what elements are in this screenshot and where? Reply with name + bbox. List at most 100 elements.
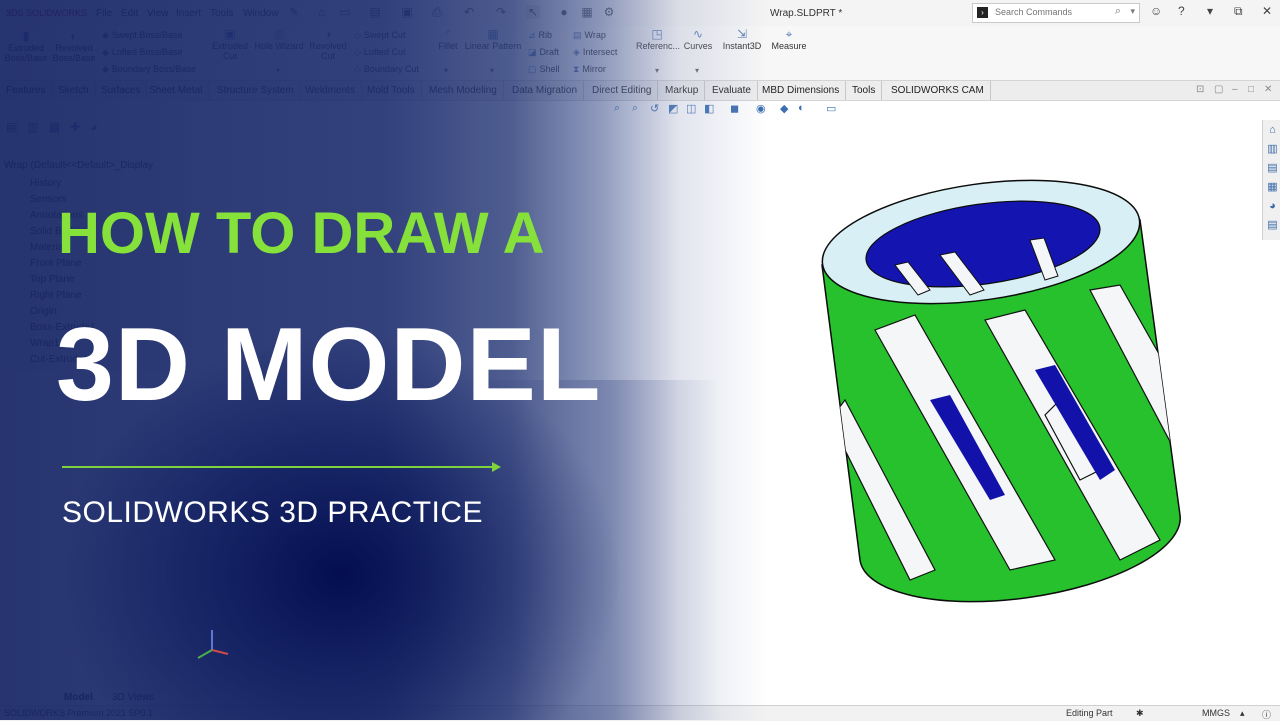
hole-wizard-dropdown-icon[interactable]: ▾ [276, 66, 280, 75]
restore-window-icon[interactable]: ⧉ [1234, 4, 1243, 19]
configuration-tab-icon[interactable]: ▦ [49, 120, 60, 134]
wrap-button[interactable]: ▤ Wrap [573, 30, 606, 41]
linear-pattern-button[interactable]: ▦ Linear Pattern [463, 28, 523, 52]
user-icon[interactable]: ☺ [1150, 4, 1162, 18]
curves-button[interactable]: ∿ Curves [682, 28, 714, 52]
file-properties-icon[interactable]: ▦ [580, 5, 594, 19]
status-units[interactable]: MMGS [1202, 708, 1230, 718]
tab-sketch[interactable]: Sketch [52, 81, 96, 100]
view-orientation-icon[interactable]: ◧ [704, 102, 714, 115]
zoom-area-icon[interactable]: ⌕ [632, 102, 638, 115]
tab-direct-editing[interactable]: Direct Editing [586, 81, 659, 100]
property-manager-tab-icon[interactable]: ▥ [27, 120, 38, 134]
tab-surfaces[interactable]: Surfaces [95, 81, 148, 100]
save-icon[interactable]: ▣ [400, 5, 414, 19]
design-library-icon[interactable]: ▥ [1266, 143, 1279, 156]
undo-icon[interactable]: ↶ [462, 5, 476, 19]
tab-model[interactable]: Model [64, 692, 93, 703]
select-pointer-icon[interactable]: ↖ [526, 5, 540, 19]
menu-edit[interactable]: Edit [121, 8, 138, 19]
tab-sheet-metal[interactable]: Sheet Metal [143, 81, 210, 100]
menu-tools[interactable]: Tools [210, 8, 233, 19]
menu-view[interactable]: View [147, 8, 169, 19]
view-palette-icon[interactable]: ▦ [1266, 181, 1279, 194]
appearances-icon[interactable]: ◕ [1266, 200, 1279, 213]
tree-item-wrap[interactable]: Wrap1 [30, 338, 59, 349]
tab-mesh-modeling[interactable]: Mesh Modeling [423, 81, 504, 100]
open-folder-icon[interactable]: ▤ [368, 5, 382, 19]
pin-icon[interactable]: ✎ [287, 5, 301, 19]
edit-appearance-icon[interactable]: ◆ [780, 102, 788, 115]
options-gear-icon[interactable]: ⚙ [602, 5, 616, 19]
minimize-doc-icon[interactable]: – [1232, 84, 1238, 95]
dynamic-annotation-icon[interactable]: ◫ [686, 102, 696, 115]
rib-button[interactable]: ⊿ Rib [528, 30, 552, 41]
menu-window[interactable]: Window [243, 8, 279, 19]
shell-button[interactable]: ▢ Shell [528, 64, 560, 75]
section-view-icon[interactable]: ◩ [668, 102, 678, 115]
fillet-button[interactable]: ◜ Fillet [434, 28, 462, 52]
tab-data-migration[interactable]: Data Migration [506, 81, 585, 100]
tab-mold-tools[interactable]: Mold Tools [361, 81, 422, 100]
boundary-cut-button[interactable]: ◇ Boundary Cut [354, 64, 419, 75]
tab-features[interactable]: Features [0, 81, 53, 100]
tab-markup[interactable]: Markup [659, 81, 706, 100]
menu-file[interactable]: File [96, 8, 112, 19]
status-info-icon[interactable]: ⓘ [1262, 708, 1271, 721]
mirror-button[interactable]: ⧗ Mirror [573, 64, 606, 75]
intersect-button[interactable]: ◈ Intersect [573, 47, 617, 58]
help-icon[interactable]: ? [1178, 4, 1185, 18]
tab-weldments[interactable]: Weldments [299, 81, 362, 100]
lofted-cut-button[interactable]: ◇ Lofted Cut [354, 47, 405, 58]
dimxpert-tab-icon[interactable]: ✚ [70, 120, 80, 134]
close-window-icon[interactable]: ✕ [1262, 4, 1272, 18]
curves-dropdown-icon[interactable]: ▾ [695, 66, 699, 75]
instant3d-button[interactable]: ⇲ Instant3D [720, 28, 764, 52]
tile-icon[interactable]: ⊡ [1196, 84, 1204, 95]
tree-item-top-plane[interactable]: Top Plane [30, 274, 74, 285]
feature-tree-tab-icon[interactable]: ▤ [6, 120, 17, 134]
home-icon[interactable]: ⌂ [315, 5, 329, 19]
file-explorer-icon[interactable]: ▤ [1266, 162, 1279, 175]
tab-solidworks-cam[interactable]: SOLIDWORKS CAM [885, 81, 991, 100]
boundary-boss-button[interactable]: ◆ Boundary Boss/Base [102, 64, 196, 75]
close-doc-icon[interactable]: ✕ [1264, 84, 1272, 95]
swept-boss-button[interactable]: ◆ Swept Boss/Base [102, 30, 182, 41]
reference-dropdown-icon[interactable]: ▾ [655, 66, 659, 75]
units-dropdown-icon[interactable]: ▴ [1240, 708, 1245, 719]
print-icon[interactable]: ⎙ [430, 5, 444, 19]
rebuild-icon[interactable]: ● [557, 5, 571, 19]
redo-icon[interactable]: ↷ [494, 5, 508, 19]
tree-root[interactable]: Wrap (Default<<Default>_Display [4, 160, 153, 171]
tab-evaluate[interactable]: Evaluate [706, 81, 758, 100]
zoom-to-fit-icon[interactable]: ⌕ [614, 102, 620, 115]
hide-show-icon[interactable]: ◉ [756, 102, 766, 115]
tree-item-origin[interactable]: Origin [30, 306, 57, 317]
display-manager-tab-icon[interactable]: ◕ [90, 120, 97, 134]
extruded-boss-button[interactable]: ▮ Extruded Boss/Base [4, 30, 48, 64]
tree-item-right-plane[interactable]: Right Plane [30, 290, 82, 301]
measure-button[interactable]: ⌖ Measure [768, 28, 810, 52]
tree-item-history[interactable]: History [30, 178, 61, 189]
resources-home-icon[interactable]: ⌂ [1266, 124, 1279, 137]
new-document-icon[interactable]: ▭ [338, 5, 352, 19]
extruded-cut-button[interactable]: ▣ Extruded Cut [208, 28, 252, 62]
menu-insert[interactable]: Insert [176, 8, 201, 19]
swept-cut-button[interactable]: ◇ Swept Cut [354, 30, 405, 41]
pattern-dropdown-icon[interactable]: ▾ [490, 66, 494, 75]
search-commands[interactable]: › ⌕ ▾ [972, 3, 1140, 23]
search-icon[interactable]: ⌕ [1115, 5, 1121, 18]
fillet-dropdown-icon[interactable]: ▾ [444, 66, 448, 75]
chevron-down-icon[interactable]: ▾ [1130, 6, 1135, 17]
tab-mbd-dimensions[interactable]: MBD Dimensions [756, 81, 847, 100]
draft-button[interactable]: ◪ Draft [528, 47, 559, 58]
revolved-cut-button[interactable]: ◑ Revolved Cut [308, 28, 348, 62]
previous-view-icon[interactable]: ↺ [650, 102, 659, 115]
help-dropdown-icon[interactable]: ▾ [1207, 4, 1213, 18]
maximize-doc-icon[interactable]: □ [1248, 84, 1254, 95]
reference-geometry-button[interactable]: ◳ Referenc... [636, 28, 680, 52]
tab-3d-views[interactable]: 3D Views [112, 692, 154, 703]
restore-doc-icon[interactable]: ▢ [1214, 84, 1223, 95]
tab-tools[interactable]: Tools [846, 81, 883, 100]
view-settings-icon[interactable]: ▭ [826, 102, 836, 115]
